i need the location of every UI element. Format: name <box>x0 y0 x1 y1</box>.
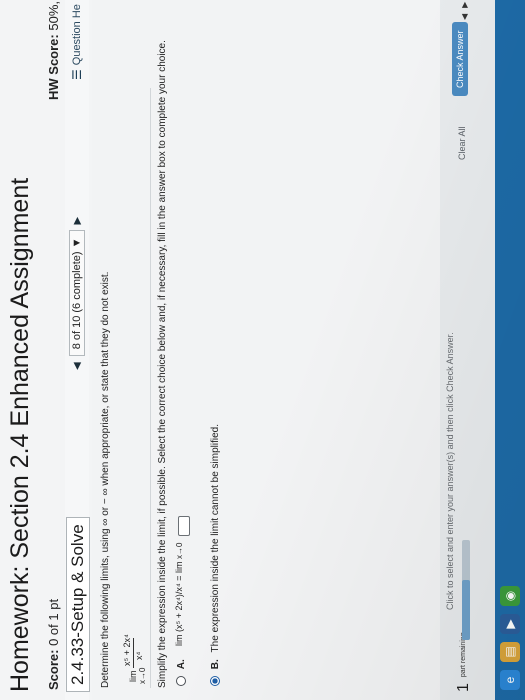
choice-a-subscript: x→0 <box>175 542 184 559</box>
score-label: Score: <box>46 649 61 690</box>
lim-subscript: x→0 <box>138 667 147 684</box>
answer-box[interactable] <box>178 516 190 536</box>
instruction-text: Determine the following limits, using ∞ … <box>100 271 111 688</box>
progress-fill <box>462 580 470 640</box>
simplify-prompt: Simplify the expression inside the limit… <box>157 40 168 688</box>
photo-scene: Homework: Section 2.4 Enhanced Assignmen… <box>0 0 525 700</box>
question-nav: ◀ 8 of 10 (6 complete) ▼ ▶ <box>68 217 86 370</box>
content-divider <box>150 88 151 688</box>
choice-b-text: The expression inside the limit cannot b… <box>210 423 221 653</box>
question-content <box>92 0 492 700</box>
progress-bar <box>462 540 470 640</box>
next-page-button[interactable]: ▶ <box>460 2 469 8</box>
check-answer-button[interactable]: Check Answer <box>452 22 468 96</box>
question-help-label: Question He <box>71 4 83 66</box>
choice-a-label: A. <box>176 659 187 670</box>
parts-remaining: 1 part remaining <box>455 632 473 692</box>
hw-score-label: HW Score: <box>46 34 61 100</box>
limit-denominator: x⁴ <box>134 651 144 660</box>
choice-a-expression: lim (x⁵ + 2x⁴)/x⁴ = lim x→0 <box>174 543 184 646</box>
score-value: 0 of 1 pt <box>46 598 61 646</box>
choice-b-radio[interactable] <box>210 676 221 686</box>
ie-icon[interactable]: e <box>500 670 520 690</box>
prev-page-button[interactable]: ◀ <box>460 14 469 20</box>
remaining-count: 1 <box>455 683 472 692</box>
limit-numerator: x⁵ + 2x⁴ <box>122 634 132 666</box>
page-title: Homework: Section 2.4 Enhanced Assignmen… <box>6 177 34 692</box>
next-question-button[interactable]: ▶ <box>72 217 83 225</box>
media-icon[interactable]: ▶ <box>500 614 520 634</box>
folder-icon[interactable]: ▤ <box>500 642 520 662</box>
instruction-footer: Click to select and enter your answer(s)… <box>445 332 455 610</box>
limit-expression: lim x→0 x⁵ + 2x⁴ x⁴ <box>122 634 147 684</box>
pager: ◀ ▶ <box>460 2 469 20</box>
hw-score-value: 50%, 5 <box>46 0 61 31</box>
question-position: 8 of 10 (6 complete) <box>71 251 83 350</box>
choice-a-radio[interactable] <box>176 676 187 686</box>
lim-label: lim <box>128 670 138 683</box>
question-name: 2.4.33-Setup & Solve <box>66 517 90 692</box>
clear-all-button[interactable]: Clear All <box>457 126 467 160</box>
chevron-down-icon: ▼ <box>71 237 83 249</box>
question-help-button[interactable]: ☰ Question He <box>70 4 84 80</box>
choice-a-expr-text: lim (x⁵ + 2x⁴)/x⁴ = lim <box>174 561 184 646</box>
screen: Homework: Section 2.4 Enhanced Assignmen… <box>0 0 525 700</box>
chrome-icon[interactable]: ◉ <box>500 586 520 606</box>
choice-a[interactable]: A. lim (x⁵ + 2x⁴)/x⁴ = lim x→0 <box>174 516 198 686</box>
list-icon: ☰ <box>70 69 84 80</box>
hw-score: HW Score: 50%, 5 <box>46 0 61 100</box>
choice-b-label: B. <box>210 659 221 670</box>
prev-question-button[interactable]: ◀ <box>72 362 83 370</box>
question-selector[interactable]: 8 of 10 (6 complete) ▼ <box>69 230 85 357</box>
score: Score: 0 of 1 pt <box>46 599 61 690</box>
choice-b[interactable]: B. The expression inside the limit canno… <box>210 424 221 686</box>
